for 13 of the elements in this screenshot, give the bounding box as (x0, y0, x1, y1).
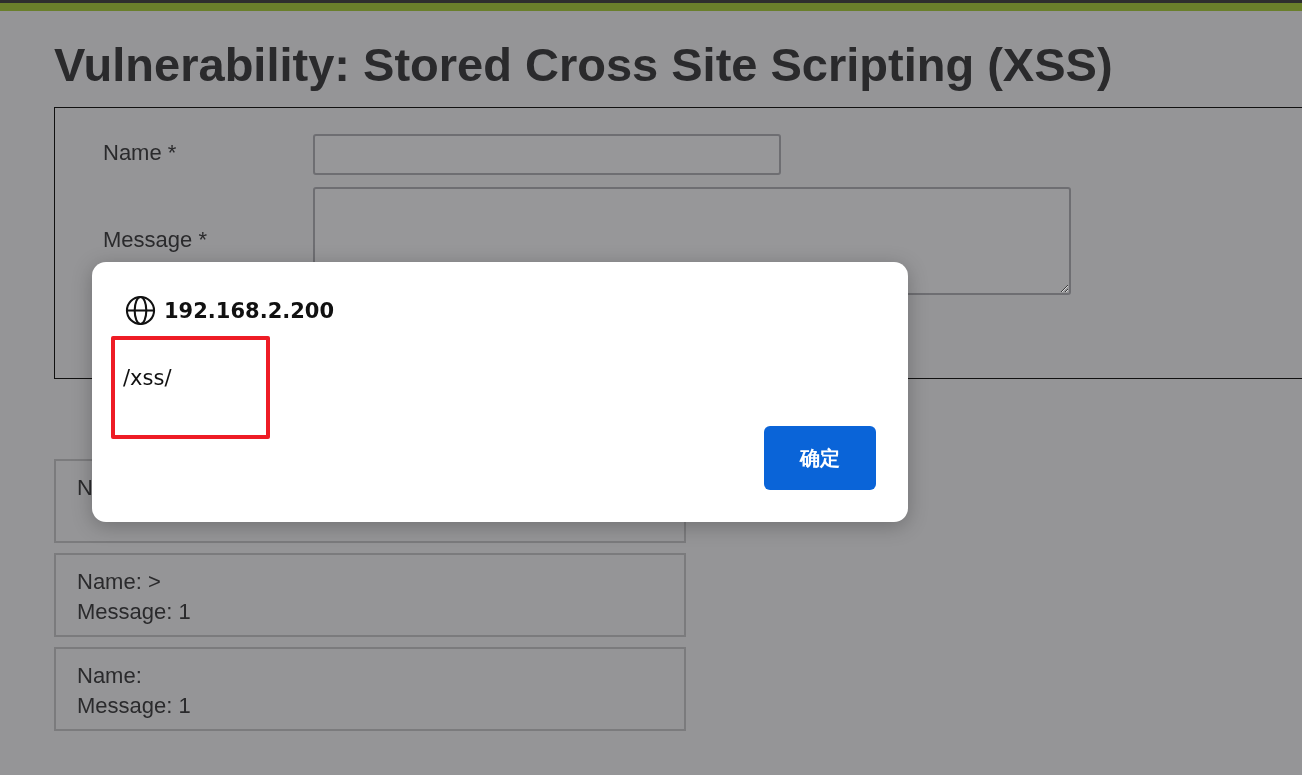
name-field[interactable] (313, 134, 781, 175)
ok-button[interactable]: 确定 (764, 426, 876, 490)
page-title: Vulnerability: Stored Cross Site Scripting (XSS) (54, 37, 1114, 93)
entry-name: Name: (77, 662, 143, 690)
dialog-message: /xss/ (123, 366, 172, 390)
entry-name: N (77, 474, 94, 502)
entry-name: Name: > (77, 568, 162, 596)
entry-message: Message: 1 (77, 598, 192, 626)
dialog-origin: 192.168.2.200 (164, 298, 335, 323)
globe-icon (125, 295, 156, 326)
entry-message: Message: 1 (77, 692, 192, 720)
field-label: Name * (103, 139, 178, 166)
field-label: Message * (103, 226, 208, 253)
